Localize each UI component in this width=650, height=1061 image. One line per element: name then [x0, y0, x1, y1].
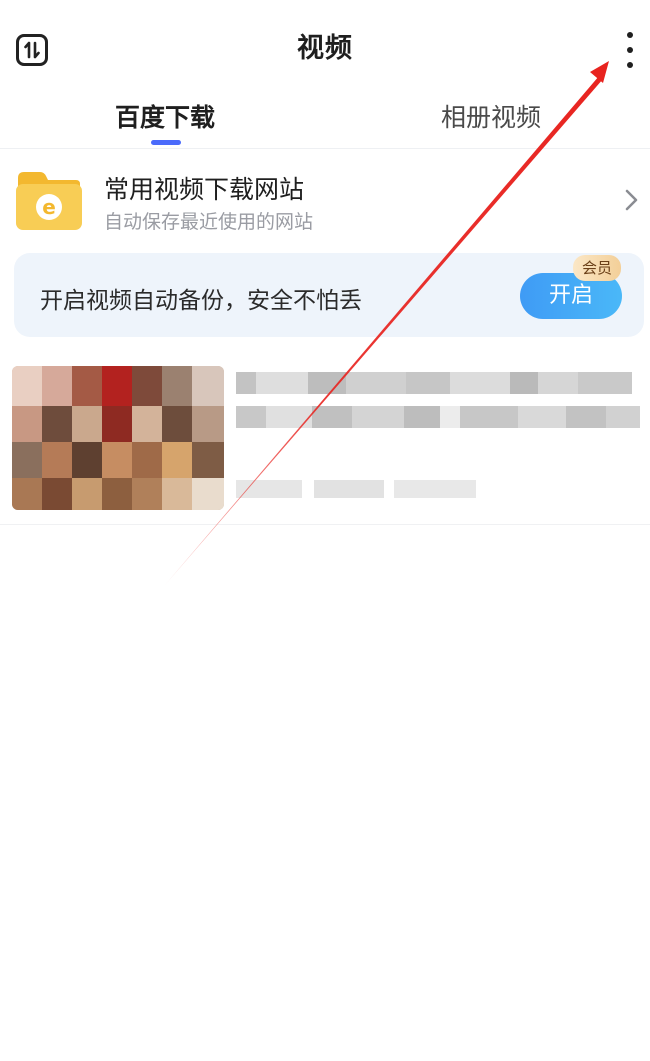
video-list-item[interactable] — [0, 362, 650, 525]
folder-browser-icon: e — [16, 172, 82, 230]
top-bar: 视频 — [0, 0, 650, 92]
tab-bar: 百度下载 相册视频 — [0, 92, 650, 149]
site-entry-title: 常用视频下载网站 — [104, 175, 305, 204]
video-meta-line — [236, 480, 476, 498]
video-title-line-1 — [236, 372, 632, 394]
common-sites-entry[interactable]: e 常用视频下载网站 自动保存最近使用的网站 — [0, 160, 650, 240]
video-title-line-2 — [236, 406, 640, 428]
page-title: 视频 — [297, 33, 353, 64]
chevron-right-icon — [625, 189, 638, 211]
vip-badge: 会员 — [573, 255, 621, 281]
video-thumbnail — [12, 366, 224, 510]
auto-backup-banner: 开启视频自动备份，安全不怕丢 开启 会员 — [14, 253, 644, 337]
tab-album-videos[interactable]: 相册视频 — [441, 98, 541, 134]
more-vertical-icon[interactable] — [614, 30, 644, 70]
active-tab-indicator — [151, 140, 181, 145]
banner-text: 开启视频自动备份，安全不怕丢 — [40, 288, 362, 314]
tab-baidu-download[interactable]: 百度下载 — [115, 98, 215, 134]
folder-letter: e — [42, 195, 56, 219]
site-entry-subtitle: 自动保存最近使用的网站 — [104, 211, 314, 233]
